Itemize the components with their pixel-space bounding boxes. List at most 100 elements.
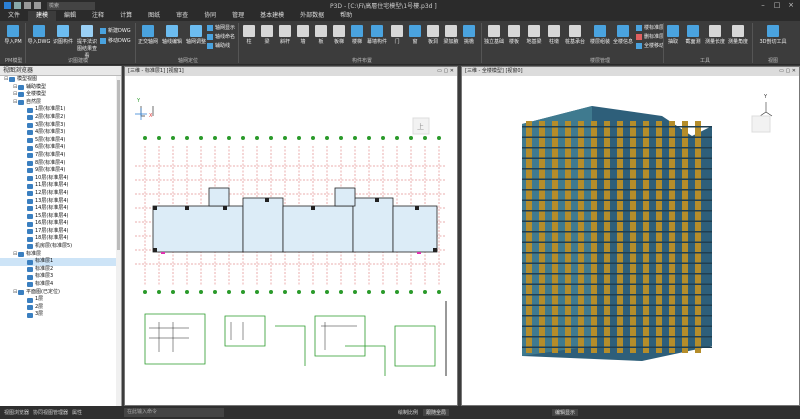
plan-drawing[interactable]: X Y 上 xyxy=(125,76,457,406)
search-input[interactable]: 檢索 xyxy=(47,1,95,10)
tab-collab-view-manager[interactable]: 协同视图管理器 xyxy=(33,409,68,416)
floor-assembly-button[interactable]: 楼层组装 xyxy=(589,25,611,45)
scale-select[interactable]: 跟随全局 xyxy=(423,409,450,416)
tree-node[interactable]: 16层(标准层4) xyxy=(0,220,121,228)
beam-button[interactable]: 梁 xyxy=(258,25,276,45)
beam-haunch-button[interactable]: 梁加腋 xyxy=(442,25,460,45)
tree-node[interactable]: ⊟ 全楼模型 xyxy=(0,91,121,99)
menu-edit[interactable]: 編輯 xyxy=(56,11,84,21)
tree-node[interactable]: 11层(标准层4) xyxy=(0,182,121,190)
recognize-member-button[interactable]: 识图构件 xyxy=(52,25,74,45)
menu-basic-modeling[interactable]: 基本建模 xyxy=(252,11,292,21)
viewport-window-buttons[interactable]: ▭ ▢ ✕ xyxy=(437,67,454,76)
tree-node[interactable]: 13层(标准层4) xyxy=(0,198,121,206)
tree-node[interactable]: 机房层(标准层5) xyxy=(0,243,121,251)
building-3d-model[interactable]: Y xyxy=(462,76,799,406)
ortho-grid-button[interactable]: 正交轴网 xyxy=(137,25,159,45)
tree-node[interactable]: 9层(标准层4) xyxy=(0,167,121,175)
delete-std-floor-button[interactable]: 删标准层 xyxy=(636,33,664,40)
command-input[interactable]: 在此输入命令 xyxy=(124,408,224,417)
eave-button[interactable]: 挑檐 xyxy=(460,25,478,45)
menu-file[interactable]: 文件 xyxy=(0,11,28,21)
tree-node[interactable]: 标准层2 xyxy=(0,266,121,274)
model-3d-viewport[interactable]: [三维 - 全楼模型] [视窗0] ▭ ▢ ✕ Y xyxy=(461,66,800,406)
tree-node[interactable]: 2层(标准层2) xyxy=(0,114,121,122)
tree-node[interactable]: 7层(标准层4) xyxy=(0,152,121,160)
menu-manage[interactable]: 管理 xyxy=(224,11,252,21)
slab-button[interactable]: 板 xyxy=(312,25,330,45)
tree-node[interactable]: 1层 xyxy=(0,296,121,304)
menu-drawing[interactable]: 图纸 xyxy=(140,11,168,21)
plan-viewport[interactable]: [三维 - 标准层1] [视窗1] ▭ ▢ ✕ X Y 上 xyxy=(124,66,458,406)
section-measure-button[interactable]: 截面测 xyxy=(682,25,704,45)
menu-annotate[interactable]: 注释 xyxy=(84,11,112,21)
import-pm-button[interactable]: 导入PM xyxy=(2,25,24,45)
tree-node-label: 标准层3 xyxy=(35,273,54,280)
floor-slab-button[interactable]: 楼板 xyxy=(505,25,523,45)
flat-recognize-button[interactable]: 提平法识图结果查看 xyxy=(76,25,98,59)
tree-node[interactable]: 12层(标准层4) xyxy=(0,190,121,198)
tab-properties[interactable]: 属性 xyxy=(72,409,82,416)
minimize-button[interactable]: – xyxy=(756,0,770,11)
tree-node[interactable]: 标准层4 xyxy=(0,281,121,289)
pile-cap-button[interactable]: 桩基承台 xyxy=(563,25,587,45)
maximize-button[interactable]: □ xyxy=(770,0,784,11)
tab-view-browser[interactable]: 视图浏览器 xyxy=(4,409,29,416)
tree-node[interactable]: 1层(标准层1) xyxy=(0,106,121,114)
menu-help[interactable]: 帮助 xyxy=(332,11,360,21)
axis-adjust-button[interactable]: 轴网调整 xyxy=(185,25,207,45)
measure-angle-button[interactable]: 测量角度 xyxy=(727,25,749,45)
stair-button[interactable]: 楼梯 xyxy=(348,25,366,45)
axis-display-button[interactable]: 轴网显示 xyxy=(207,24,235,31)
door-button[interactable]: 门 xyxy=(388,25,406,45)
pedestal-button[interactable]: 柱墩 xyxy=(545,25,563,45)
tree-node[interactable]: 14层(标准层4) xyxy=(0,205,121,213)
tree-node[interactable]: 6层(标准层4) xyxy=(0,144,121,152)
undo-icon[interactable] xyxy=(24,2,31,9)
axis-naming-button[interactable]: 轴线命名 xyxy=(207,33,235,40)
tree-node[interactable]: 2层 xyxy=(0,304,121,312)
menu-modeling[interactable]: 建模 xyxy=(28,11,57,21)
ground-beam-button[interactable]: 地基梁 xyxy=(523,25,545,45)
column-button[interactable]: 柱 xyxy=(240,25,258,45)
tree-node[interactable]: ⊟ 模型视图 xyxy=(0,76,121,84)
tree-node[interactable]: 4层(标准层3) xyxy=(0,129,121,137)
move-building-button[interactable]: 全楼移动 xyxy=(636,42,664,49)
view-node-icon xyxy=(27,267,33,273)
brace-button[interactable]: 斜杆 xyxy=(276,25,294,45)
redo-icon[interactable] xyxy=(34,2,41,9)
window-button[interactable]: 窗 xyxy=(406,25,424,45)
tree-node[interactable]: 18层(标准层4) xyxy=(0,235,121,243)
curtain-wall-button[interactable]: 幕墙构件 xyxy=(366,25,388,45)
tree-node[interactable]: ⊟ 辅助模型 xyxy=(0,84,121,92)
menu-external-data[interactable]: 外部数据 xyxy=(292,11,332,21)
tree-node[interactable]: ⊟ 标准层 xyxy=(0,251,121,259)
close-button[interactable]: × xyxy=(784,0,798,11)
import-dwg-button[interactable]: 导入DWG xyxy=(28,25,50,45)
std-floor-button[interactable]: 楼标准层 xyxy=(636,24,664,31)
tree-node[interactable]: 标准层3 xyxy=(0,273,121,281)
isolated-foundation-button[interactable]: 独立基础 xyxy=(483,25,505,45)
tree-scrollbar[interactable] xyxy=(116,76,121,406)
new-dwg-button[interactable]: 新建DWG xyxy=(100,27,131,34)
building-info-button[interactable]: 全楼信息 xyxy=(612,25,634,45)
menu-review[interactable]: 审查 xyxy=(168,11,196,21)
measure-length-button[interactable]: 测量长度 xyxy=(704,25,726,45)
tree-node[interactable]: 8层(标准层4) xyxy=(0,160,121,168)
slab-hole-button[interactable]: 板洞 xyxy=(424,25,442,45)
tree-node[interactable]: ⊟ 平面图(已定位) xyxy=(0,289,121,297)
wall-button[interactable]: 墙 xyxy=(294,25,312,45)
3d-section-tool-button[interactable]: 3D剖切工具 xyxy=(759,25,787,45)
edit-display-select[interactable]: 编辑显示 xyxy=(552,409,579,416)
move-dwg-button[interactable]: 移动DWG xyxy=(100,37,131,44)
tree-node[interactable]: 标准层1 xyxy=(0,258,121,266)
menu-calc[interactable]: 计算 xyxy=(112,11,140,21)
axis-edit-button[interactable]: 轴线编辑 xyxy=(161,25,183,45)
slab-stair-button[interactable]: 板梯 xyxy=(330,25,348,45)
tree-node[interactable]: 3层 xyxy=(0,311,121,319)
viewport-window-buttons-2[interactable]: ▭ ▢ ✕ xyxy=(779,67,796,76)
aux-line-button[interactable]: 辅助线 xyxy=(207,42,230,49)
menu-collab[interactable]: 协同 xyxy=(196,11,224,21)
extract-button[interactable]: 抽取 xyxy=(664,25,682,45)
save-icon[interactable] xyxy=(14,2,21,9)
